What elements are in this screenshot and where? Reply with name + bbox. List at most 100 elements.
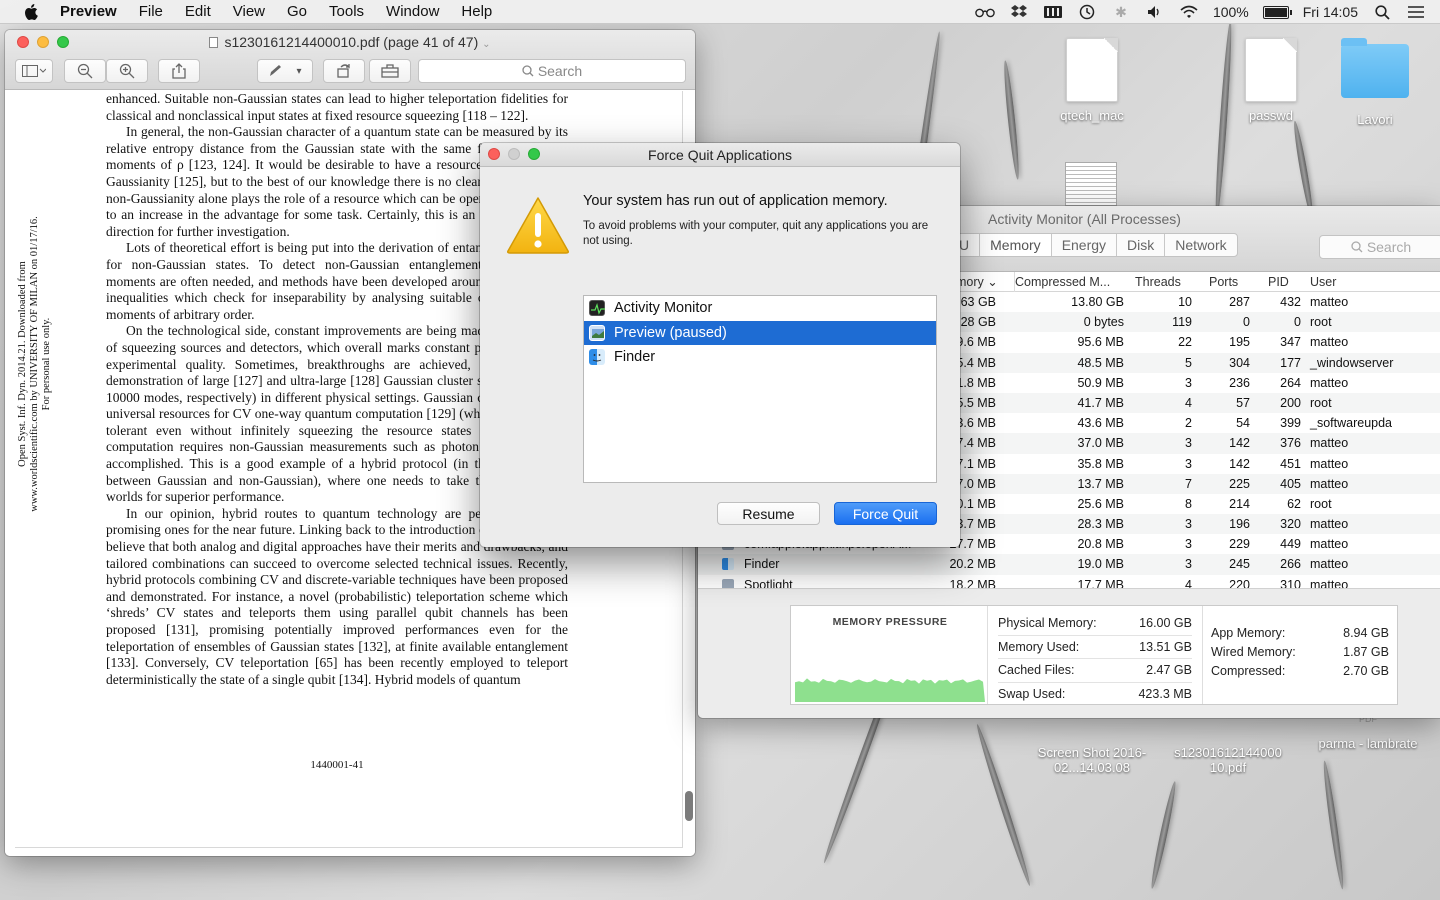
desktop-icon-newspaper[interactable] bbox=[1036, 162, 1146, 206]
stat-value: 8.94 GB bbox=[1343, 626, 1389, 640]
menu-help[interactable]: Help bbox=[450, 0, 503, 24]
cell-pid: 177 bbox=[1280, 355, 1301, 370]
menu-window[interactable]: Window bbox=[375, 0, 450, 24]
desktop-icon-parma-lambrate[interactable]: PDF parma - lambrate bbox=[1300, 714, 1436, 751]
stat-wired-memory: Wired Memory: 1.87 GB bbox=[1211, 643, 1389, 662]
menu-view[interactable]: View bbox=[222, 0, 276, 24]
volume-icon[interactable] bbox=[1145, 4, 1165, 20]
cell-memory: 63 GB bbox=[960, 295, 996, 309]
memory-summary-panel: MEMORY PRESSURE Physical Memory: 16.00 GB… bbox=[698, 588, 1440, 718]
cell-ports: 142 bbox=[1229, 436, 1250, 451]
apple-menu-icon[interactable] bbox=[20, 0, 42, 24]
close-button[interactable] bbox=[488, 148, 500, 160]
time-machine-icon[interactable] bbox=[1077, 4, 1097, 20]
cell-memory: 0.1 MB bbox=[956, 496, 996, 511]
resume-button[interactable]: Resume bbox=[717, 502, 820, 525]
menu-tools[interactable]: Tools bbox=[318, 0, 375, 24]
force-quit-button[interactable]: Force Quit bbox=[834, 502, 937, 525]
app-item-activity-monitor[interactable]: Activity Monitor bbox=[584, 296, 936, 321]
desktop-icon-qtech-mac[interactable]: qtech_mac bbox=[1037, 38, 1147, 123]
zoom-in-button[interactable] bbox=[106, 59, 148, 83]
spotlight-search-icon[interactable] bbox=[1372, 4, 1392, 20]
cell-compressed: 0 bytes bbox=[1083, 315, 1124, 330]
cell-user: matteo bbox=[1310, 537, 1349, 552]
search-placeholder: Search bbox=[537, 63, 583, 79]
zoom-out-icon bbox=[77, 63, 93, 79]
chevron-down-icon[interactable]: ⌄ bbox=[482, 39, 490, 50]
cell-ports: 0 bbox=[1243, 315, 1250, 330]
app-item-finder[interactable]: Finder bbox=[584, 345, 936, 370]
search-placeholder: Search bbox=[1366, 239, 1412, 255]
sidebar-toggle-button[interactable] bbox=[15, 59, 53, 83]
rotate-icon bbox=[337, 64, 350, 78]
cell-memory: 20.2 MB bbox=[949, 557, 996, 572]
tab-network[interactable]: Network bbox=[1164, 234, 1236, 256]
desktop-icon-lavori[interactable]: Lavori bbox=[1320, 38, 1430, 127]
wifi-icon[interactable] bbox=[1179, 4, 1199, 20]
desktop-icon-passwd[interactable]: passwd bbox=[1216, 38, 1326, 123]
menubar-clock[interactable]: Fri 14:05 bbox=[1303, 4, 1358, 20]
preview-titlebar[interactable]: s1230161214400010.pdf (page 41 of 47) ⌄ … bbox=[5, 30, 695, 90]
glasses-icon[interactable] bbox=[975, 4, 995, 20]
battery-icon[interactable] bbox=[1262, 5, 1292, 19]
force-quit-dialog: Force Quit Applications Your system has … bbox=[480, 143, 960, 547]
force-quit-titlebar[interactable]: Force Quit Applications bbox=[480, 143, 960, 167]
cell-threads: 3 bbox=[1185, 517, 1192, 532]
bluetooth-icon[interactable]: ✱ bbox=[1111, 4, 1131, 20]
warning-icon bbox=[507, 197, 569, 254]
column-memory[interactable]: mory ⌄ bbox=[956, 272, 998, 292]
zoom-out-button[interactable] bbox=[64, 59, 106, 83]
notification-center-icon[interactable] bbox=[1406, 4, 1426, 20]
memory-summary-box: MEMORY PRESSURE Physical Memory: 16.00 GB… bbox=[790, 605, 1398, 705]
stat-value: 423.3 MB bbox=[1138, 686, 1192, 701]
cell-threads: 2 bbox=[1185, 416, 1192, 431]
toolbox-button[interactable] bbox=[369, 59, 411, 83]
column-threads[interactable]: Threads bbox=[1135, 272, 1181, 292]
table-row[interactable]: Finder 20.2 MB 19.0 MB 3 245 266 matteo bbox=[698, 554, 1440, 575]
menu-app-name[interactable]: Preview bbox=[42, 0, 128, 24]
menu-file[interactable]: File bbox=[128, 0, 174, 24]
app-item-preview[interactable]: Preview (paused) bbox=[584, 320, 936, 345]
application-list[interactable]: Activity Monitor Preview (paused) Finder bbox=[583, 295, 937, 483]
cell-threads: 4 bbox=[1185, 395, 1192, 410]
tab-disk[interactable]: Disk bbox=[1116, 234, 1164, 256]
desktop-icon-pdf[interactable]: s12301612144000 10.pdf bbox=[1160, 745, 1296, 775]
search-field[interactable]: Search bbox=[1319, 235, 1440, 259]
column-pid[interactable]: PID bbox=[1268, 272, 1289, 292]
column-user[interactable]: User bbox=[1310, 272, 1336, 292]
cell-ports: 236 bbox=[1229, 375, 1250, 390]
desktop-icon-screenshot[interactable]: Screen Shot 2016-02...14.03.08 bbox=[1022, 745, 1162, 775]
menu-edit[interactable]: Edit bbox=[174, 0, 222, 24]
scrollbar-thumb[interactable] bbox=[685, 791, 693, 821]
search-field[interactable]: Search bbox=[418, 59, 686, 83]
cell-threads: 5 bbox=[1185, 355, 1192, 370]
cell-threads: 8 bbox=[1185, 496, 1192, 511]
zoom-in-icon bbox=[119, 63, 135, 79]
stat-value: 16.00 GB bbox=[1139, 616, 1192, 630]
window-controls bbox=[488, 148, 540, 160]
cell-pid: 347 bbox=[1280, 335, 1301, 350]
finder-icon bbox=[722, 558, 734, 571]
menu-go[interactable]: Go bbox=[276, 0, 318, 24]
dropbox-icon[interactable] bbox=[1009, 4, 1029, 20]
table-row[interactable]: Spotlight 18.2 MB 17.7 MB 4 220 310 matteo bbox=[698, 575, 1440, 588]
cell-ports: 225 bbox=[1229, 476, 1250, 491]
cell-compressed: 37.0 MB bbox=[1077, 436, 1124, 451]
cell-memory: 3.7 MB bbox=[956, 517, 996, 532]
column-ports[interactable]: Ports bbox=[1209, 272, 1238, 292]
column-compressed[interactable]: Compressed M... bbox=[1014, 272, 1110, 292]
stat-label: Physical Memory: bbox=[998, 616, 1097, 630]
tab-memory[interactable]: Memory bbox=[979, 234, 1051, 256]
markup-button[interactable]: ▾ bbox=[257, 59, 313, 83]
share-button[interactable] bbox=[158, 59, 200, 83]
wallpaper-slash bbox=[1291, 120, 1316, 220]
cell-compressed: 28.3 MB bbox=[1077, 517, 1124, 532]
memory-chip-icon[interactable] bbox=[1043, 4, 1063, 20]
memory-stats: Physical Memory: 16.00 GB Memory Used: 13.… bbox=[987, 606, 1203, 704]
tab-energy[interactable]: Energy bbox=[1050, 234, 1116, 256]
cell-threads: 3 bbox=[1185, 557, 1192, 572]
cell-ports: 57 bbox=[1236, 395, 1250, 410]
battery-percent: 100% bbox=[1212, 4, 1249, 20]
rotate-button[interactable] bbox=[323, 59, 365, 83]
zoom-button[interactable] bbox=[528, 148, 540, 160]
